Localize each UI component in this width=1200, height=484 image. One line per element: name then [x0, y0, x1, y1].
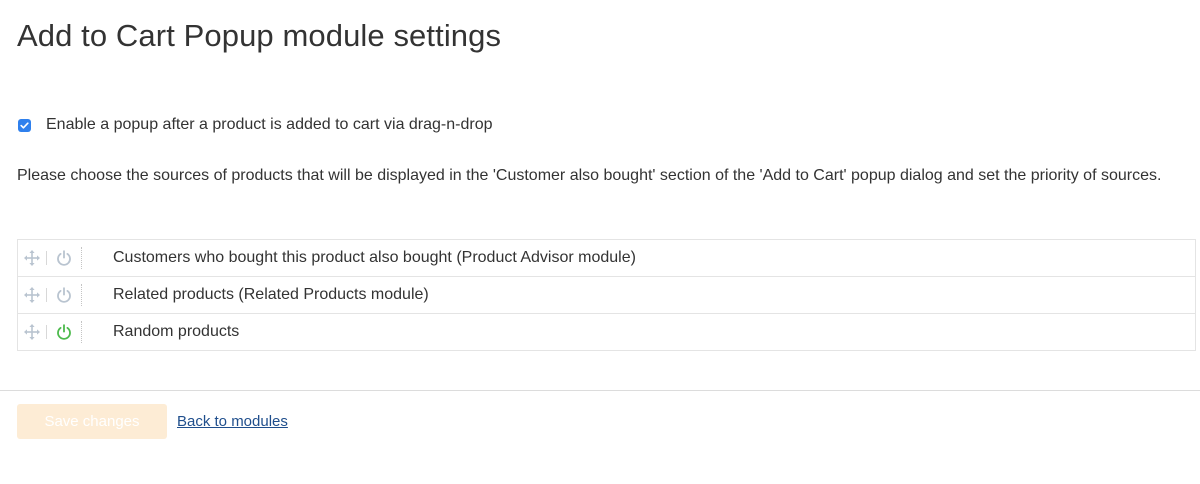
- drag-dots: [81, 284, 82, 306]
- drag-dots: [81, 247, 82, 269]
- source-label: Related products (Related Products modul…: [113, 286, 429, 303]
- power-icon[interactable]: [47, 287, 81, 303]
- power-icon[interactable]: [47, 250, 81, 266]
- footer-divider: [0, 390, 1200, 391]
- power-icon[interactable]: [47, 324, 81, 340]
- sources-list: Customers who bought this product also b…: [17, 239, 1196, 351]
- save-button[interactable]: Save changes: [17, 404, 167, 439]
- enable-popup-setting: Enable a popup after a product is added …: [18, 116, 493, 134]
- move-arrows-icon[interactable]: [18, 287, 46, 303]
- source-row[interactable]: Customers who bought this product also b…: [18, 240, 1195, 277]
- source-label: Customers who bought this product also b…: [113, 249, 636, 266]
- back-to-modules-link[interactable]: Back to modules: [177, 413, 288, 430]
- enable-popup-checkbox[interactable]: [18, 118, 31, 132]
- sources-description: Please choose the sources of products th…: [17, 167, 1162, 184]
- source-label: Random products: [113, 323, 240, 340]
- page-title: Add to Cart Popup module settings: [17, 18, 502, 53]
- checkmark-icon: [20, 121, 29, 129]
- move-arrows-icon[interactable]: [18, 324, 46, 340]
- source-row[interactable]: Random products: [18, 314, 1195, 350]
- drag-dots: [81, 321, 82, 343]
- move-arrows-icon[interactable]: [18, 250, 46, 266]
- source-row[interactable]: Related products (Related Products modul…: [18, 277, 1195, 314]
- enable-popup-label[interactable]: Enable a popup after a product is added …: [46, 116, 493, 134]
